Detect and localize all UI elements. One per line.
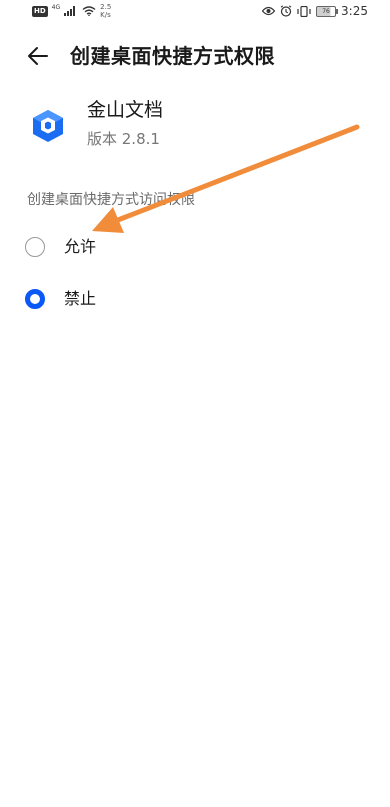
back-button[interactable]: [24, 42, 52, 70]
kingsoft-docs-app-icon: [33, 110, 63, 142]
network-type: 4G: [51, 3, 61, 11]
app-version: 版本 2.8.1: [87, 130, 160, 148]
allow-radio-button[interactable]: [25, 237, 45, 257]
page-title: 创建桌面快捷方式权限: [70, 44, 275, 68]
status-bar-right: 76 3:25: [262, 4, 368, 18]
network-speed-value: 2.5: [100, 3, 112, 11]
status-bar-left: HD 4G 2.5 K/s: [32, 3, 111, 19]
deny-radio-button[interactable]: [25, 289, 45, 309]
allow-option-label: 允许: [64, 237, 97, 256]
deny-option[interactable]: 禁止: [25, 282, 355, 316]
status-bar: HD 4G 2.5 K/s 76 3:25: [0, 0, 390, 24]
app-name: 金山文档: [87, 99, 164, 121]
deny-option-label: 禁止: [64, 289, 97, 308]
clock: 3:25: [341, 4, 368, 18]
allow-option[interactable]: 允许: [25, 230, 355, 264]
section-header: 创建桌面快捷方式访问权限: [27, 192, 195, 208]
vibrate-icon: [297, 5, 311, 17]
network-speed-unit: K/s: [100, 11, 111, 19]
wifi-icon: [82, 6, 96, 16]
hd-icon: HD: [32, 5, 48, 17]
eye-icon: [262, 6, 276, 16]
alarm-icon: [280, 5, 292, 17]
signal-icon: [64, 6, 76, 16]
battery-icon: 76: [316, 5, 339, 17]
network-speed: 2.5 K/s: [100, 3, 111, 19]
back-arrow-icon: [28, 47, 48, 65]
